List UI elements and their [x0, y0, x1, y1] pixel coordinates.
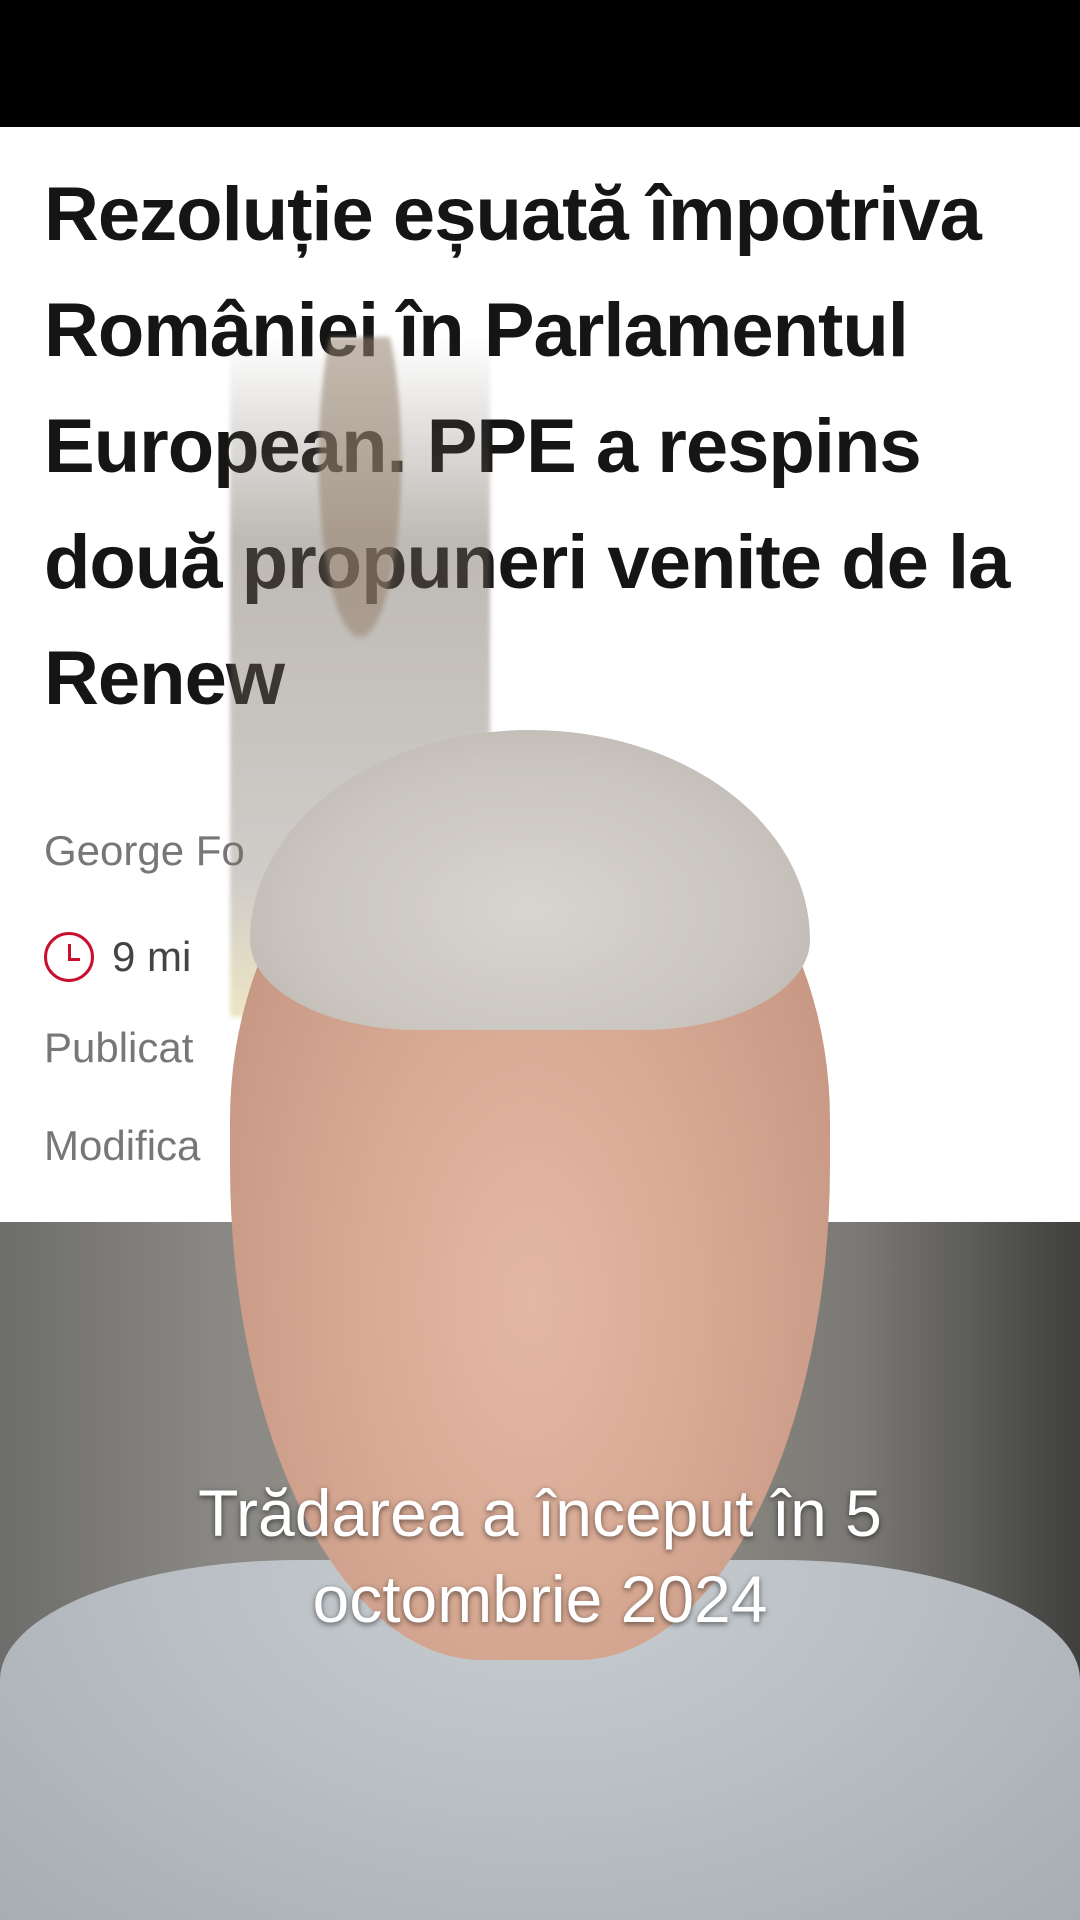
caption-line-1: Trădarea a început în 5: [198, 1476, 882, 1550]
clock-icon: [44, 932, 94, 982]
article-headline: Rezoluție eșuată împotriva României în P…: [44, 172, 1010, 721]
video-caption: Trădarea a început în 5 octombrie 2024: [0, 1470, 1080, 1642]
top-black-bar: [0, 0, 1080, 127]
caption-line-2: octombrie 2024: [312, 1562, 768, 1636]
article-author: George Fo: [44, 827, 245, 874]
article-published: Publicat: [44, 1024, 194, 1071]
read-time-text: 9 mi: [112, 933, 192, 980]
article-read-time: 9 mi: [44, 932, 191, 982]
article-modified: Modifica: [44, 1122, 201, 1169]
